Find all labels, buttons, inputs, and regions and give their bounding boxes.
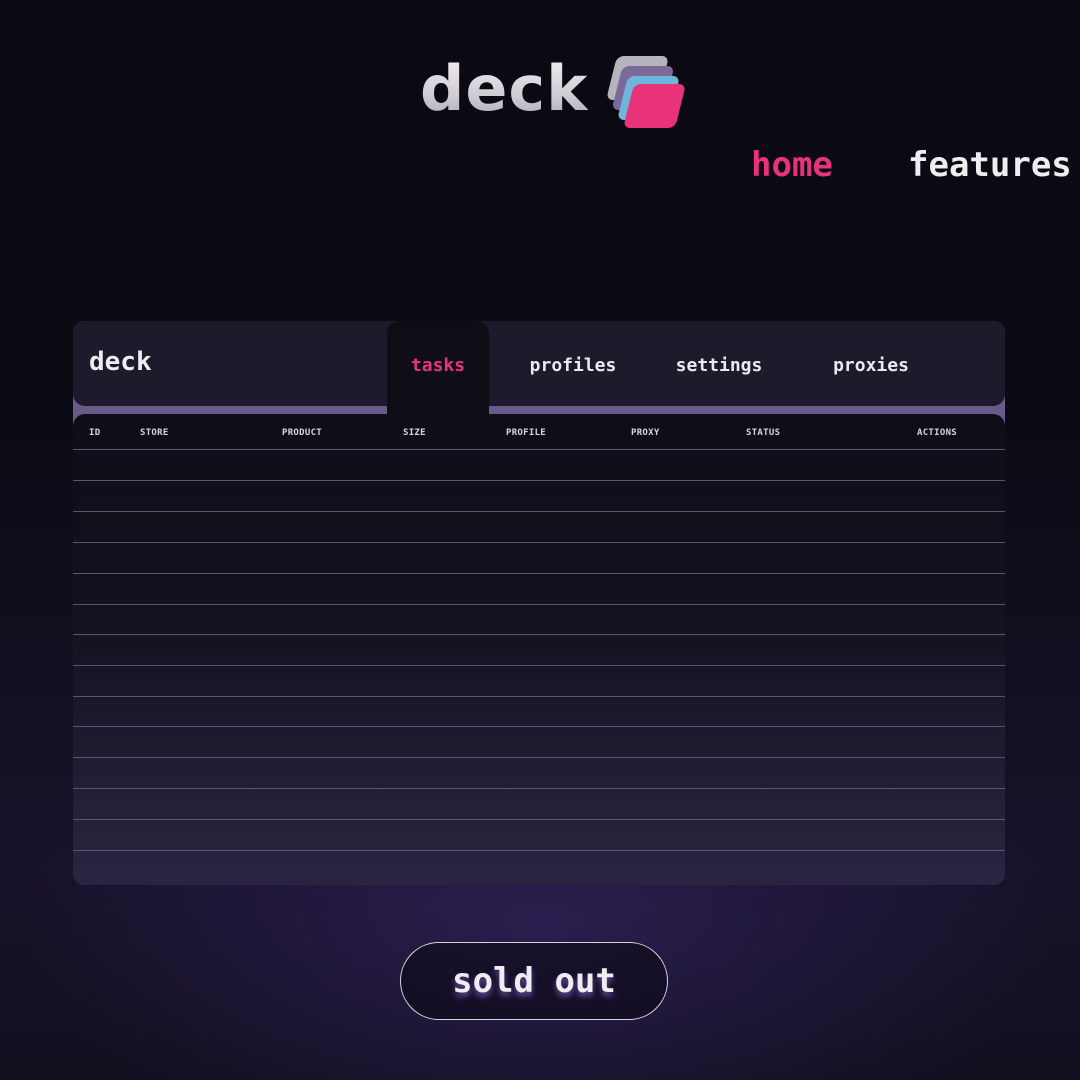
column-header-actions: ACTIONS xyxy=(917,428,958,438)
nav-features-link[interactable]: features xyxy=(908,145,1072,185)
column-header-size: SIZE xyxy=(403,428,426,438)
table-row-divider xyxy=(73,449,1005,450)
tab-proxies[interactable]: proxies xyxy=(821,321,921,421)
sold-out-button[interactable]: sold out xyxy=(400,942,668,1020)
column-header-product: PRODUCT xyxy=(282,428,323,438)
app-window: deck ID STORE PRODUCT SIZE PROFILE PROXY… xyxy=(73,321,1005,885)
tab-settings[interactable]: settings xyxy=(669,321,769,421)
table-row-divider xyxy=(73,850,1005,851)
column-header-proxy: PROXY xyxy=(631,428,660,438)
stacked-cards-logo-icon xyxy=(607,56,685,128)
tab-tasks[interactable]: tasks xyxy=(387,321,489,421)
nav-home-link[interactable]: home xyxy=(751,145,833,185)
table-row-divider xyxy=(73,696,1005,697)
brand-name: deck xyxy=(420,52,589,125)
column-header-store: STORE xyxy=(140,428,169,438)
table-row-divider xyxy=(73,573,1005,574)
app-title: deck xyxy=(89,347,152,377)
tasks-table: ID STORE PRODUCT SIZE PROFILE PROXY STAT… xyxy=(73,414,1005,885)
column-header-status: STATUS xyxy=(746,428,781,438)
column-header-profile: PROFILE xyxy=(506,428,547,438)
table-row-divider xyxy=(73,511,1005,512)
table-row-divider xyxy=(73,604,1005,605)
table-row-divider xyxy=(73,788,1005,789)
tab-profiles[interactable]: profiles xyxy=(523,321,623,421)
column-header-id: ID xyxy=(89,428,101,438)
table-row-divider xyxy=(73,726,1005,727)
table-row-divider xyxy=(73,480,1005,481)
table-row-divider xyxy=(73,819,1005,820)
table-row-divider xyxy=(73,542,1005,543)
table-row-divider xyxy=(73,757,1005,758)
table-row-divider xyxy=(73,634,1005,635)
table-row-divider xyxy=(73,665,1005,666)
brand[interactable]: deck xyxy=(420,44,690,144)
